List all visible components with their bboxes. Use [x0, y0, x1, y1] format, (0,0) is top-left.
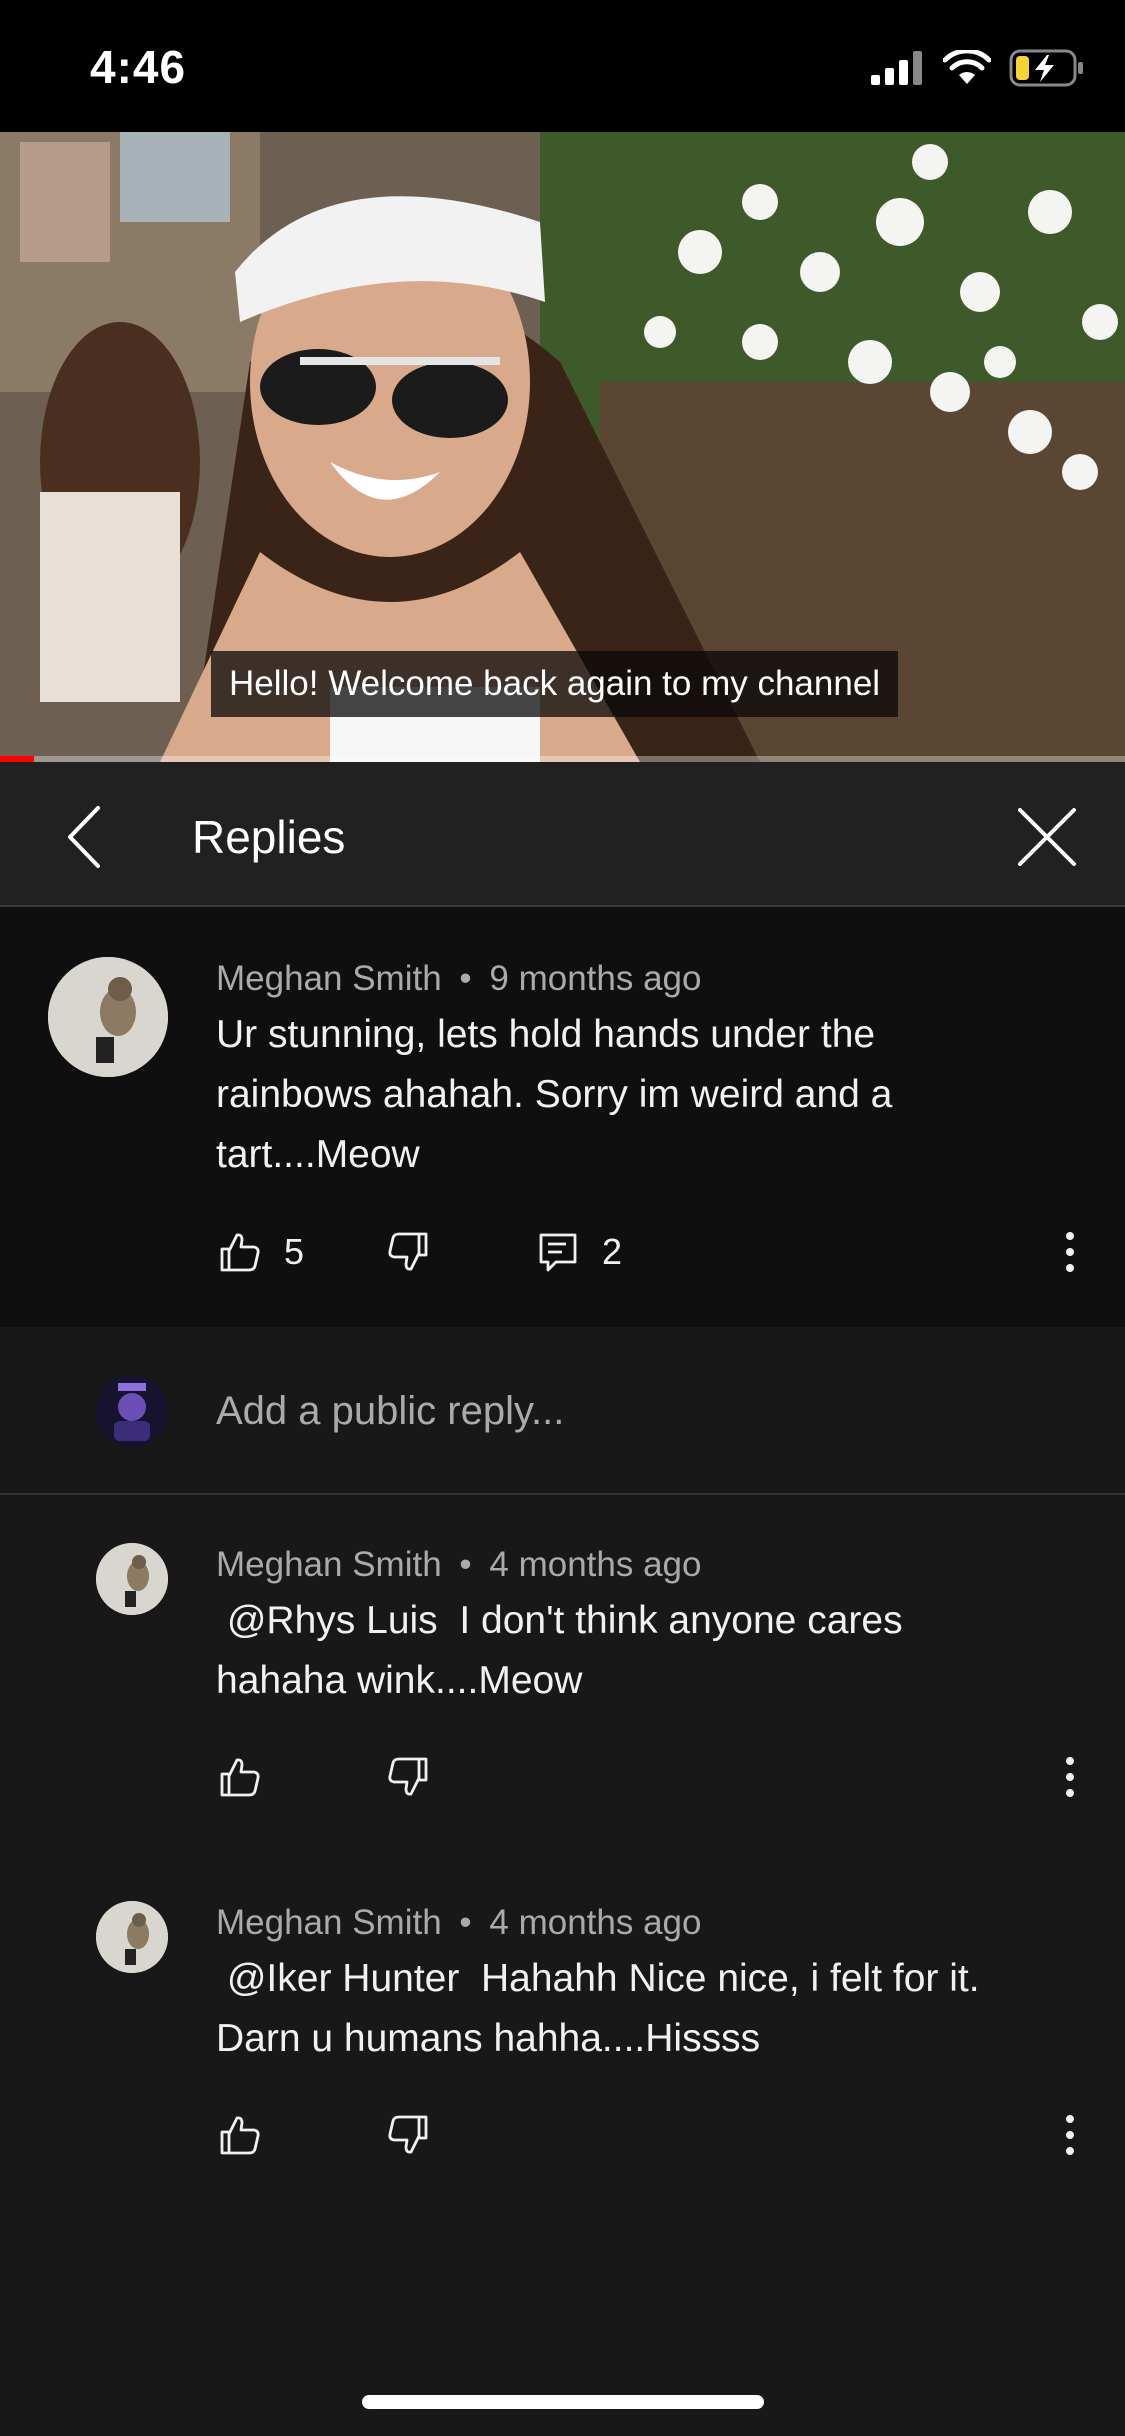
parent-comment: Meghan Smith • 9 months ago Ur stunning,… — [0, 907, 1125, 1327]
reply-text: @Iker Hunter Hahahh Nice nice, i felt fo… — [216, 1957, 991, 2060]
reply-avatar[interactable] — [96, 1901, 168, 1973]
comment-author[interactable]: Meghan Smith — [216, 959, 442, 998]
video-player[interactable]: Hello! Welcome back again to my channel — [0, 132, 1125, 762]
user-avatar — [96, 1375, 168, 1447]
battery-charging-icon — [1009, 49, 1083, 87]
meta-separator: • — [459, 1903, 472, 1942]
dislike-button[interactable] — [386, 1755, 430, 1799]
add-reply-bar — [0, 1327, 1125, 1495]
comment-age: 9 months ago — [489, 959, 702, 998]
status-bar: 4:46 — [0, 0, 1125, 132]
dislike-button[interactable] — [386, 1230, 430, 1274]
comment-avatar[interactable] — [48, 957, 168, 1077]
add-reply-input[interactable] — [216, 1383, 1066, 1439]
reply-author[interactable]: Meghan Smith — [216, 1545, 442, 1584]
status-icons — [871, 48, 1085, 88]
status-time: 4:46 — [90, 41, 187, 93]
thumbs-up-icon — [220, 1233, 260, 1272]
more-vertical-icon[interactable] — [1060, 2113, 1080, 2157]
app-root: 4:46 Hello! Welcome back again to my cha… — [0, 0, 1125, 2436]
reply-text: @Rhys Luis I don't think anyone cares ha… — [216, 1599, 914, 1702]
wifi-icon — [943, 50, 991, 84]
replies-title: Replies — [192, 811, 346, 863]
reply-age: 4 months ago — [489, 1545, 702, 1584]
comment-meta: Meghan Smith • 9 months ago — [216, 959, 702, 999]
reply-count: 2 — [602, 1231, 623, 1272]
thumbs-down-icon — [388, 2115, 428, 2154]
reply-avatar[interactable] — [96, 1543, 168, 1615]
meta-separator: • — [459, 1545, 472, 1584]
thumbs-up-icon — [220, 2116, 260, 2155]
thumbs-down-icon — [388, 1232, 428, 1271]
close-icon[interactable] — [1014, 804, 1080, 870]
video-caption: Hello! Welcome back again to my channel — [211, 651, 899, 717]
user-avatar-image — [96, 1375, 168, 1447]
home-indicator — [362, 2395, 764, 2409]
meta-separator: • — [459, 959, 472, 998]
reply-item: Meghan Smith • 4 months ago @Rhys Luis I… — [0, 1495, 1125, 1853]
like-button[interactable] — [218, 2113, 262, 2157]
like-button[interactable] — [218, 1755, 262, 1799]
reply-age: 4 months ago — [489, 1903, 702, 1942]
comment-text: Ur stunning, lets hold hands under the r… — [216, 1013, 893, 1176]
reply-item: Meghan Smith • 4 months ago @Iker Hunter… — [0, 1853, 1125, 2211]
like-button[interactable]: 5 — [218, 1230, 304, 1274]
reply-author[interactable]: Meghan Smith — [216, 1903, 442, 1942]
more-vertical-icon[interactable] — [1060, 1755, 1080, 1799]
replies-header: Replies — [0, 762, 1125, 907]
comment-icon — [539, 1233, 577, 1272]
reply-avatar-image — [96, 1901, 168, 1973]
reply-button[interactable]: 2 — [536, 1230, 622, 1274]
reply-meta: Meghan Smith • 4 months ago — [216, 1903, 702, 1943]
dislike-button[interactable] — [386, 2113, 430, 2157]
reply-avatar-image — [96, 1543, 168, 1615]
like-count: 5 — [284, 1231, 305, 1272]
reply-meta: Meghan Smith • 4 months ago — [216, 1545, 702, 1585]
thumbs-down-icon — [388, 1757, 428, 1796]
avatar-image — [48, 957, 168, 1077]
cellular-signal-icon — [871, 51, 922, 85]
thumbs-up-icon — [220, 1758, 260, 1797]
more-vertical-icon[interactable] — [1060, 1230, 1080, 1274]
chevron-left-icon[interactable] — [50, 802, 120, 872]
